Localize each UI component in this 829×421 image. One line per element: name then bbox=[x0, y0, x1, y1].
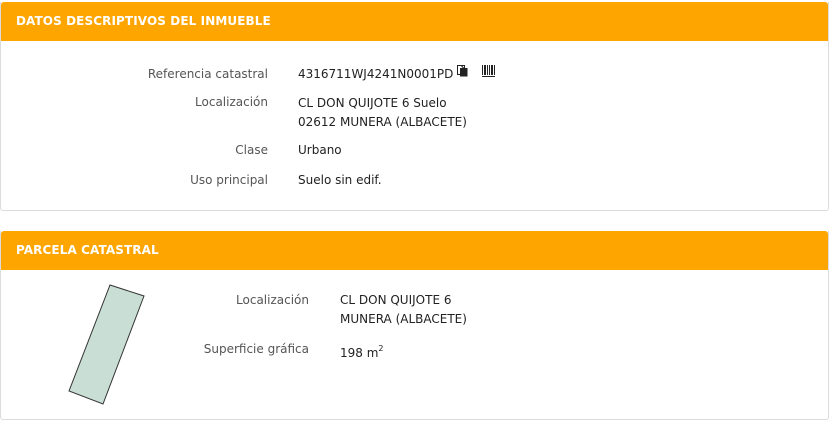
localizacion-label: Localización bbox=[195, 95, 268, 109]
parcela-localizacion-label: Localización bbox=[236, 293, 309, 307]
parcela-localizacion-line2: MUNERA (ALBACETE) bbox=[340, 312, 467, 326]
referencia-catastral-label: Referencia catastral bbox=[147, 67, 268, 81]
clase-label: Clase bbox=[235, 143, 268, 157]
localizacion-value: CL DON QUIJOTE 6 Suelo 02612 MUNERA (ALB… bbox=[298, 94, 467, 132]
parcela-catastral-panel: PARCELA CATASTRAL Localización CL DON QU… bbox=[0, 231, 829, 420]
uso-principal-label: Uso principal bbox=[190, 173, 268, 187]
superficie-value: 198 m bbox=[340, 346, 379, 360]
referencia-catastral-value-group: 4316711WJ4241N0001PD bbox=[298, 64, 496, 84]
parcela-localizacion-value: CL DON QUIJOTE 6 MUNERA (ALBACETE) bbox=[340, 291, 467, 329]
superficie-grafica-value: 198 m2 bbox=[340, 340, 384, 363]
clase-value: Urbano bbox=[298, 143, 342, 157]
copy-icon[interactable] bbox=[457, 64, 468, 83]
localizacion-line2: 02612 MUNERA (ALBACETE) bbox=[298, 115, 467, 129]
superficie-grafica-label: Superficie gráfica bbox=[203, 342, 309, 356]
parcela-localizacion-line1: CL DON QUIJOTE 6 bbox=[340, 293, 452, 307]
localizacion-line1: CL DON QUIJOTE 6 Suelo bbox=[298, 96, 447, 110]
superficie-unit-sup: 2 bbox=[378, 344, 384, 353]
uso-principal-value: Suelo sin edif. bbox=[298, 173, 382, 187]
referencia-catastral-value: 4316711WJ4241N0001PD bbox=[298, 67, 454, 81]
datos-descriptivos-panel: DATOS DESCRIPTIVOS DEL INMUEBLE Referenc… bbox=[0, 2, 829, 211]
barcode-icon[interactable] bbox=[482, 64, 496, 83]
datos-descriptivos-header: DATOS DESCRIPTIVOS DEL INMUEBLE bbox=[1, 2, 828, 41]
parcela-catastral-header: PARCELA CATASTRAL bbox=[1, 231, 828, 270]
